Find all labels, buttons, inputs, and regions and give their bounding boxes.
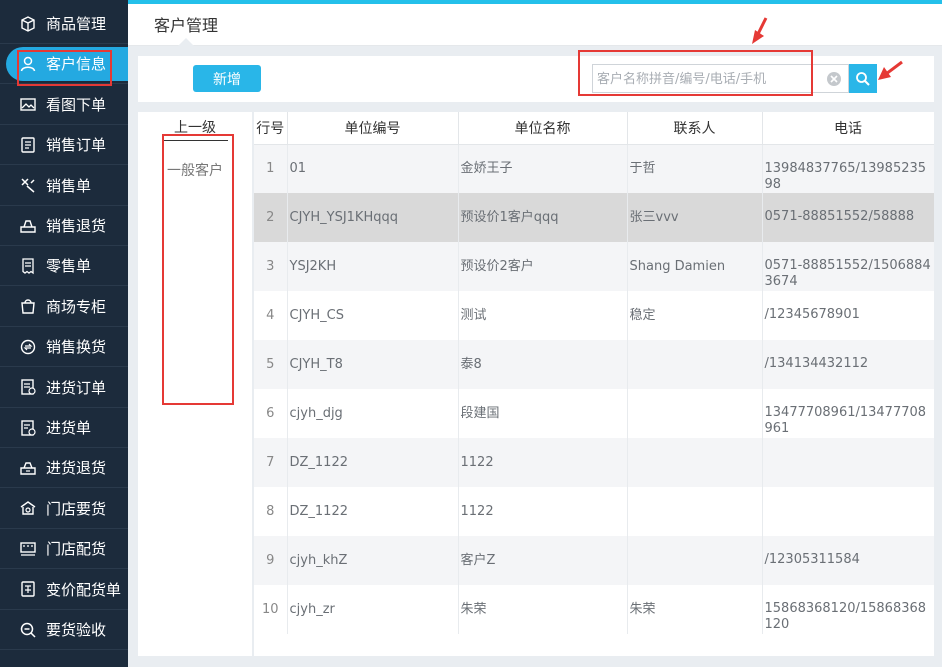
sidebar-item-label: 客户信息 <box>46 55 107 74</box>
app-window: 商品管理 客户信息 看图下单 销售订单 销售单 销售退货 零售单 商场专柜 销售换货 进货订单 进货… <box>0 0 942 667</box>
annotation-arrows <box>752 17 903 80</box>
user-icon <box>18 54 38 74</box>
